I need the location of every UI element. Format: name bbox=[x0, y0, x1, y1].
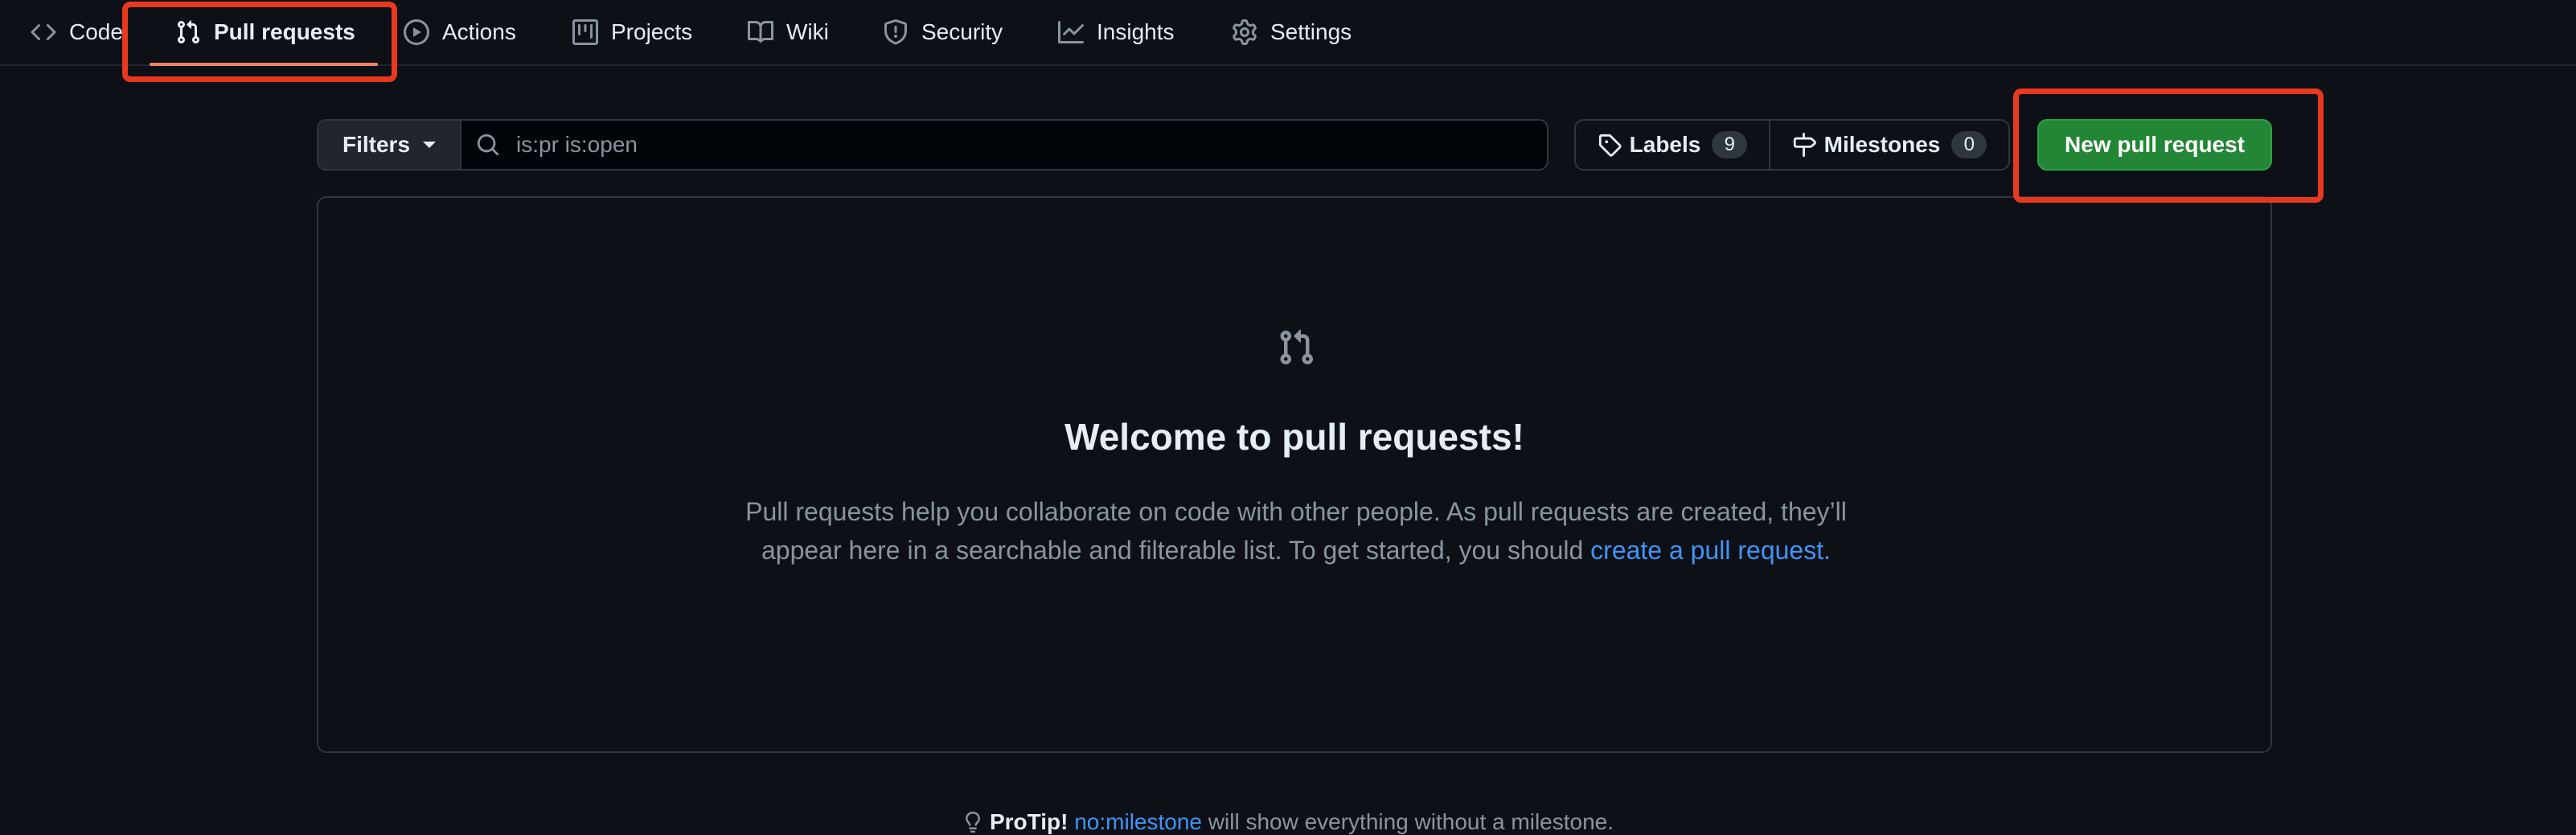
filter-search-group: Filters bbox=[317, 119, 1548, 171]
milestones-count-badge: 0 bbox=[1951, 131, 1987, 158]
tab-projects[interactable]: Projects bbox=[572, 0, 692, 64]
filters-label: Filters bbox=[342, 132, 411, 157]
tab-pull-requests[interactable]: Pull requests bbox=[175, 0, 355, 64]
tab-insights[interactable]: Insights bbox=[1058, 0, 1175, 64]
labels-count-badge: 9 bbox=[1712, 131, 1748, 158]
protip-text: will show everything without a milestone… bbox=[1208, 809, 1614, 834]
tag-icon bbox=[1598, 133, 1622, 157]
milestones-button[interactable]: Milestones 0 bbox=[1770, 121, 2008, 169]
book-icon bbox=[748, 19, 773, 45]
empty-state-panel: Welcome to pull requests! Pull requests … bbox=[317, 196, 2272, 753]
tab-code-label: Code bbox=[69, 19, 123, 44]
shield-icon bbox=[883, 19, 909, 45]
graph-icon bbox=[1058, 19, 1084, 45]
search-icon bbox=[476, 133, 500, 157]
protip: ProTip! no:milestone will show everythin… bbox=[0, 809, 2576, 835]
repo-nav: Code Pull requests Actions Projects Wiki… bbox=[0, 0, 2576, 66]
tab-pull-requests-label: Pull requests bbox=[214, 19, 355, 44]
tab-actions-label: Actions bbox=[442, 19, 516, 44]
milestones-label: Milestones bbox=[1823, 132, 1941, 157]
tab-code[interactable]: Code bbox=[31, 0, 123, 64]
tab-projects-label: Projects bbox=[611, 19, 693, 44]
empty-state-description: Pull requests help you collaborate on co… bbox=[744, 492, 1848, 570]
tab-security-label: Security bbox=[921, 19, 1003, 44]
tab-actions[interactable]: Actions bbox=[404, 0, 516, 64]
new-pull-request-button[interactable]: New pull request bbox=[2037, 119, 2272, 171]
labels-label: Labels bbox=[1629, 132, 1701, 157]
empty-state-title: Welcome to pull requests! bbox=[1064, 416, 1524, 458]
tab-wiki[interactable]: Wiki bbox=[748, 0, 829, 64]
git-pull-request-icon bbox=[175, 19, 201, 45]
git-pull-request-icon bbox=[1277, 328, 1315, 367]
filters-button[interactable]: Filters bbox=[318, 121, 461, 169]
tab-wiki-label: Wiki bbox=[786, 19, 829, 44]
protip-lead: ProTip! bbox=[989, 809, 1069, 834]
tab-settings[interactable]: Settings bbox=[1232, 0, 1352, 64]
selected-tab-underline bbox=[150, 63, 378, 66]
light-bulb-icon bbox=[962, 809, 990, 835]
caret-down-icon bbox=[423, 142, 437, 148]
gear-icon bbox=[1232, 19, 1257, 45]
tab-security[interactable]: Security bbox=[883, 0, 1003, 64]
tab-insights-label: Insights bbox=[1097, 19, 1175, 44]
search-field[interactable] bbox=[461, 121, 1547, 169]
labels-button[interactable]: Labels 9 bbox=[1576, 121, 1770, 169]
no-milestone-link[interactable]: no:milestone bbox=[1074, 809, 1202, 834]
code-icon bbox=[31, 19, 56, 45]
labels-milestones-group: Labels 9 Milestones 0 bbox=[1574, 119, 2010, 171]
search-input[interactable] bbox=[515, 131, 1547, 158]
create-pull-request-link[interactable]: create a pull request. bbox=[1590, 536, 1831, 565]
tab-settings-label: Settings bbox=[1270, 19, 1352, 44]
table-icon bbox=[572, 19, 598, 45]
play-icon bbox=[404, 19, 429, 45]
milestone-icon bbox=[1792, 133, 1816, 157]
